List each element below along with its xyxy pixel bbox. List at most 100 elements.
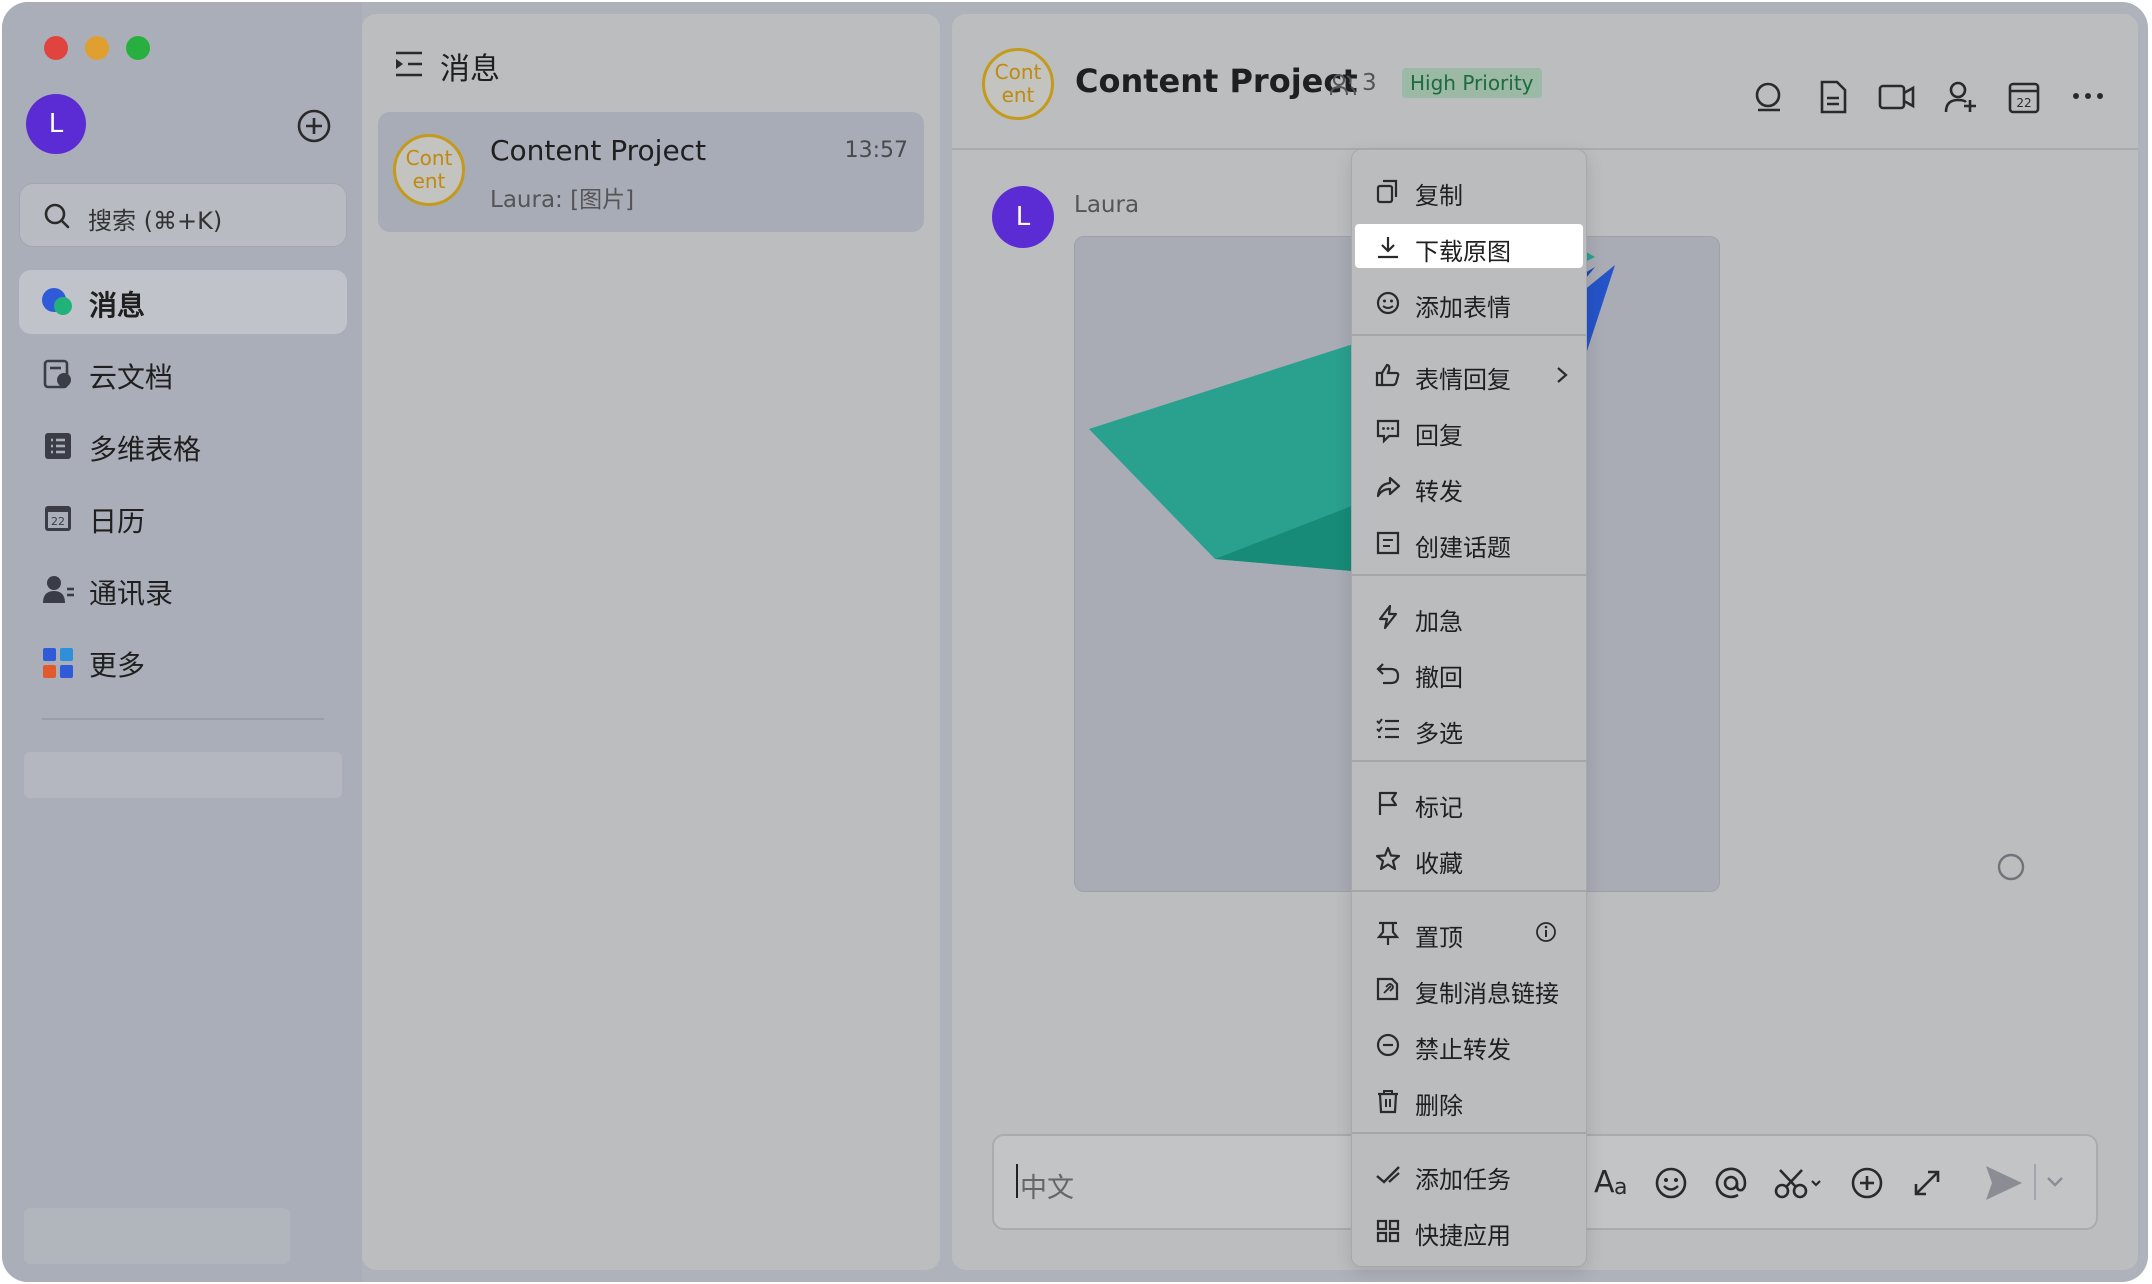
list-collapse-icon[interactable] (394, 50, 424, 78)
user-avatar[interactable]: L (26, 94, 86, 154)
add-attachment-icon[interactable] (1850, 1166, 1884, 1200)
undo-icon (1376, 663, 1400, 685)
menu-separator (1352, 334, 1586, 336)
menu-label: 标记 (1415, 794, 1463, 822)
svg-text:a: a (1614, 1175, 1627, 1200)
nav-label: 日历 (89, 505, 146, 538)
sidebar: L 搜索 (⌘+K) 消息 云文档 多维表格 22 日历 通讯录 更多 (2, 2, 362, 1282)
conversation-list-panel: 消息 Cont ent Content Project 13:57 Laura:… (362, 14, 940, 1270)
chat-time: 13:57 (844, 138, 908, 163)
multi-select-icon (1376, 718, 1399, 739)
member-count: 3 (1362, 70, 1377, 96)
chat-preview: Laura: [图片] (490, 187, 635, 213)
menu-label: 下载原图 (1415, 238, 1511, 266)
user-avatar-initial: L (48, 109, 64, 139)
send-divider (2034, 1164, 2036, 1200)
thumbs-up-icon (1375, 363, 1400, 387)
mention-icon[interactable] (1714, 1166, 1748, 1200)
menu-label: 禁止转发 (1415, 1036, 1511, 1064)
minimize-window-button[interactable] (85, 36, 109, 60)
text-format-icon[interactable]: A a (1594, 1164, 1634, 1200)
menu-item-copy[interactable]: 复制 (1355, 168, 1583, 212)
nav-item-calendar[interactable]: 22 日历 (19, 486, 347, 550)
priority-tag[interactable]: High Priority (1402, 68, 1542, 98)
more-options-icon[interactable] (2072, 92, 2104, 100)
topic-icon (1376, 531, 1400, 555)
nav-item-base[interactable]: 多维表格 (19, 414, 347, 478)
menu-item-delete[interactable]: 删除 (1355, 1078, 1583, 1122)
search-box[interactable]: 搜索 (⌘+K) (19, 183, 347, 247)
calendar-icon[interactable]: 22 (2008, 80, 2040, 114)
nav-item-docs[interactable]: 云文档 (19, 342, 347, 406)
menu-label: 表情回复 (1415, 366, 1511, 394)
maximize-window-button[interactable] (126, 36, 150, 60)
menu-label: 置顶 (1415, 924, 1463, 952)
download-icon (1378, 237, 1398, 259)
nav-item-contacts[interactable]: 通讯录 (19, 558, 347, 622)
chat-list-item[interactable]: Cont ent Content Project 13:57 Laura: [图… (378, 112, 924, 232)
add-member-icon[interactable] (1944, 80, 1978, 114)
search-icon[interactable] (1752, 80, 1786, 114)
menu-item-urgent[interactable]: 加急 (1355, 594, 1583, 638)
read-status-icon (1997, 853, 2025, 881)
menu-label: 撤回 (1415, 664, 1463, 692)
menu-item-add-task[interactable]: 添加任务 (1355, 1152, 1583, 1196)
nav-label: 消息 (89, 289, 146, 322)
menu-item-recall[interactable]: 撤回 (1355, 650, 1583, 694)
menu-item-multi-select[interactable]: 多选 (1355, 706, 1583, 750)
search-label: 搜索 (⌘+K) (88, 207, 223, 235)
document-icon[interactable] (1818, 80, 1848, 114)
search-icon (44, 203, 70, 229)
svg-text:A: A (1594, 1165, 1615, 1200)
nav-label: 通讯录 (89, 577, 174, 610)
send-icon[interactable] (1984, 1164, 2024, 1202)
menu-item-flag[interactable]: 标记 (1355, 780, 1583, 824)
chevron-down-icon[interactable] (2046, 1176, 2064, 1188)
chat-name: Content Project (490, 134, 707, 167)
nav-item-messages[interactable]: 消息 (19, 270, 347, 334)
list-title: 消息 (440, 52, 500, 87)
menu-item-reaction[interactable]: 表情回复 (1355, 352, 1583, 396)
menu-label: 删除 (1415, 1092, 1463, 1120)
menu-item-copy-link[interactable]: 复制消息链接 (1355, 966, 1583, 1010)
menu-item-add-emoji[interactable]: 添加表情 (1355, 280, 1583, 324)
menu-label: 添加任务 (1415, 1166, 1511, 1194)
screenshot-scissors-icon[interactable] (1774, 1166, 1824, 1200)
menu-item-download[interactable]: 下载原图 (1355, 224, 1583, 268)
menu-item-forward[interactable]: 转发 (1355, 464, 1583, 508)
composer-input[interactable]: 中文 (1020, 1166, 1074, 1205)
sender-avatar[interactable]: L (992, 186, 1054, 248)
blurred-sidebar-footer (24, 1208, 290, 1264)
expand-icon[interactable] (1910, 1166, 1944, 1200)
group-avatar: Cont ent (393, 134, 465, 206)
reply-icon (1376, 419, 1400, 444)
menu-label: 加急 (1415, 608, 1463, 636)
menu-separator (1352, 574, 1586, 576)
menu-item-quick-apps[interactable]: 快捷应用 (1355, 1208, 1583, 1252)
menu-item-reply[interactable]: 回复 (1355, 408, 1583, 452)
svg-text:22: 22 (2016, 96, 2031, 110)
add-emoji-icon (1376, 291, 1400, 315)
menu-item-no-forward[interactable]: 禁止转发 (1355, 1022, 1583, 1066)
menu-label: 快捷应用 (1415, 1222, 1511, 1250)
chat-group-avatar[interactable]: Cont ent (982, 48, 1054, 120)
blurred-sidebar-item (24, 752, 342, 798)
sender-name: Laura (1074, 192, 1140, 218)
close-window-button[interactable] (44, 36, 68, 60)
svg-text:22: 22 (51, 515, 65, 528)
emoji-icon[interactable] (1654, 1166, 1688, 1200)
nav-item-more[interactable]: 更多 (19, 630, 347, 694)
menu-label: 添加表情 (1415, 294, 1511, 322)
menu-item-favorite[interactable]: 收藏 (1355, 836, 1583, 880)
menu-item-pin[interactable]: 置顶 (1355, 910, 1583, 954)
video-call-icon[interactable] (1878, 80, 1916, 114)
add-circle-icon[interactable] (296, 108, 332, 144)
menu-item-create-topic[interactable]: 创建话题 (1355, 520, 1583, 564)
members-icon[interactable] (1330, 73, 1356, 97)
group-avatar-text: Cont ent (405, 146, 453, 193)
menu-label: 收藏 (1415, 850, 1463, 878)
info-icon[interactable] (1535, 921, 1557, 943)
grid-apps-icon (1376, 1219, 1400, 1243)
sidebar-divider (42, 718, 324, 720)
menu-separator (1352, 890, 1586, 892)
